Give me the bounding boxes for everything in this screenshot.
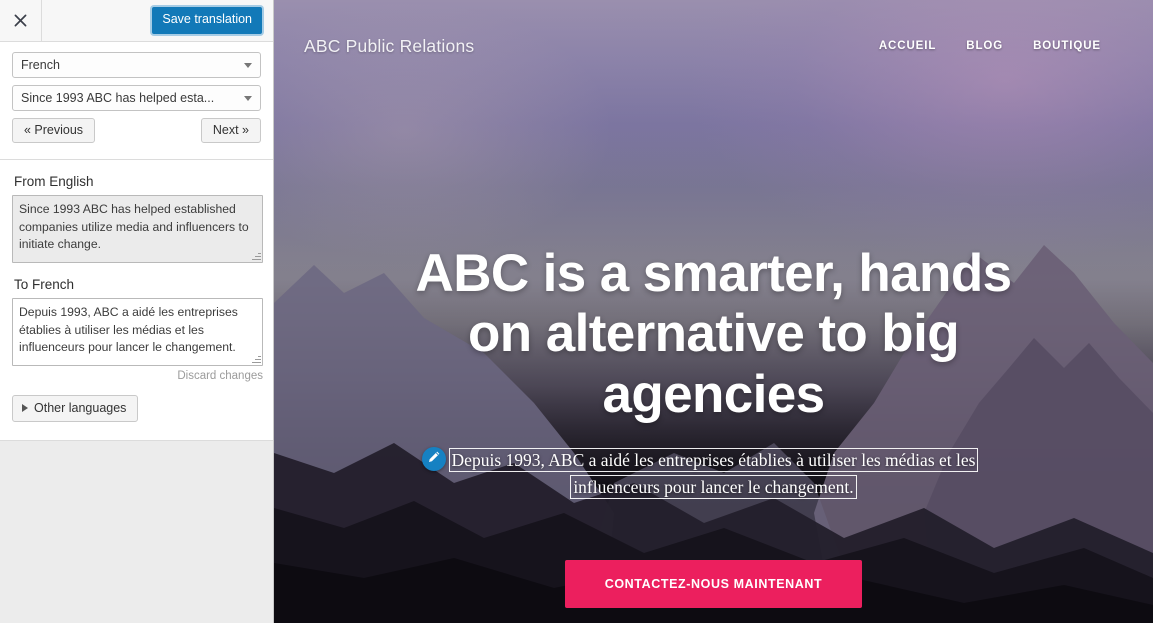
sidebar-controls: French Since 1993 ABC has helped esta...… — [0, 42, 273, 144]
translation-sidebar: Save translation French Since 1993 ABC h… — [0, 0, 274, 623]
target-label: To French — [14, 277, 75, 293]
language-select-value: French — [21, 58, 60, 72]
sidebar-divider — [0, 159, 273, 161]
website-preview: ABC Public Relations ACCUEIL BLOG BOUTIQ… — [274, 0, 1153, 623]
previous-button[interactable]: « Previous — [12, 118, 96, 144]
discard-changes-link[interactable]: Discard changes — [12, 370, 263, 382]
other-languages-button[interactable]: Other languages — [12, 395, 139, 423]
hero-subtitle[interactable]: Depuis 1993, ABC a aidé les entreprises … — [448, 448, 979, 499]
save-translation-button[interactable]: Save translation — [152, 7, 262, 34]
other-languages-label: Other languages — [34, 401, 127, 416]
chevron-down-icon — [244, 63, 252, 68]
source-label: From English — [14, 174, 94, 190]
hero-section: ABC is a smarter, hands on alternative t… — [274, 0, 1153, 623]
string-select[interactable]: Since 1993 ABC has helped esta... — [12, 85, 261, 111]
sidebar-panel-padding — [0, 422, 273, 440]
edit-translation-button[interactable] — [421, 447, 446, 472]
pencil-icon — [427, 450, 441, 469]
language-select[interactable]: French — [12, 52, 261, 78]
target-textarea[interactable] — [12, 298, 263, 367]
sidebar-panel: Save translation French Since 1993 ABC h… — [0, 0, 273, 442]
hero-title: ABC is a smarter, hands on alternative t… — [415, 244, 1013, 424]
sidebar-toolbar: Save translation — [0, 0, 273, 42]
close-icon — [14, 14, 27, 27]
next-button[interactable]: Next » — [200, 118, 261, 144]
hero-subtitle-wrap: Depuis 1993, ABC a aidé les entreprises … — [414, 447, 1014, 500]
close-button[interactable] — [0, 0, 42, 41]
source-textarea-wrap — [12, 195, 263, 264]
target-textarea-wrap — [12, 298, 263, 367]
triangle-right-icon — [22, 404, 28, 413]
source-textarea[interactable] — [12, 195, 263, 264]
pagination-controls: « Previous Next » — [12, 118, 261, 144]
string-select-value: Since 1993 ABC has helped esta... — [21, 91, 215, 105]
cta-button[interactable]: CONTACTEZ-NOUS MAINTENANT — [564, 560, 863, 609]
translation-fields: From English To French Discard changes O… — [0, 174, 273, 423]
chevron-down-icon — [244, 96, 252, 101]
app-root: Save translation French Since 1993 ABC h… — [0, 0, 1153, 623]
